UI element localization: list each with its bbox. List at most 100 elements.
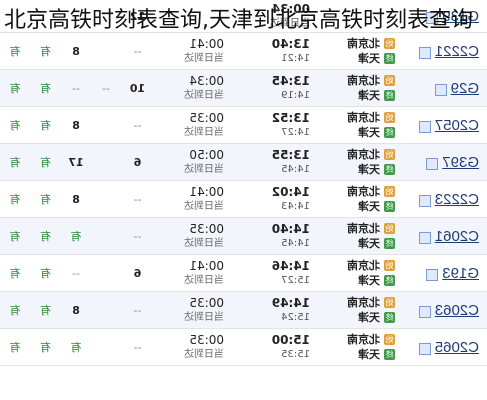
end-station-icon: 终 — [384, 90, 395, 101]
train-number-cell[interactable]: C2223 — [395, 180, 487, 218]
seat-cell: -- — [121, 217, 154, 255]
seat-cell — [91, 32, 121, 70]
stations-cell: 始北京南终天津 — [310, 69, 395, 107]
train-number-link[interactable]: G397 — [442, 154, 479, 171]
seat-cell: 8 — [61, 106, 91, 144]
train-detail-icon[interactable] — [418, 46, 431, 59]
end-station: 天津 — [358, 52, 380, 65]
stations-cell: 始北京南终天津 — [310, 217, 395, 255]
train-number-cell[interactable]: C2057 — [395, 106, 487, 144]
table-row[interactable]: G397 始北京南终天津 13:55 14:45 00:50 当日到达 6 17 有… — [0, 143, 487, 181]
seat-cell: -- — [121, 291, 154, 329]
start-station: 北京南 — [347, 148, 380, 161]
stations-cell: 始北京南终天津 — [310, 328, 395, 366]
seat-cell: -- — [121, 32, 154, 70]
duration: 00:41 — [189, 258, 224, 273]
train-number-link[interactable]: C2063 — [435, 302, 479, 319]
end-station-icon: 终 — [384, 53, 395, 64]
table-row[interactable]: G193 始北京南终天津 14:46 15:27 00:41 当日到达 6 -- 有… — [0, 254, 487, 292]
start-station-icon: 始 — [384, 223, 395, 234]
train-detail-icon[interactable] — [434, 83, 447, 96]
train-number-cell[interactable]: G193 — [395, 254, 487, 292]
end-station: 天津 — [358, 89, 380, 102]
train-number-cell[interactable]: C2221 — [395, 32, 487, 70]
end-station-icon: 终 — [384, 201, 395, 212]
train-detail-icon[interactable] — [418, 231, 431, 244]
start-station-icon: 始 — [384, 334, 395, 345]
train-number-link[interactable]: C2057 — [435, 117, 479, 134]
time-cell: 14:40 14:45 — [224, 217, 310, 255]
train-number-cell[interactable]: C2061 — [395, 217, 487, 255]
seat-cell: -- — [121, 328, 154, 366]
start-station: 北京南 — [347, 296, 380, 309]
duration-cell: 00:41 当日到达 — [154, 32, 224, 70]
seat-cell: 有 — [30, 328, 61, 366]
seat-cell: 有 — [0, 69, 30, 107]
train-number-link[interactable]: C2223 — [435, 191, 479, 208]
end-station-icon: 终 — [384, 349, 395, 360]
seat-cell — [91, 291, 121, 329]
time-cell: 14:02 14:43 — [224, 180, 310, 218]
seat-cell: 8 — [61, 291, 91, 329]
seat-cell: 有 — [0, 180, 30, 218]
depart-time: 13:55 — [271, 147, 310, 162]
train-detail-icon[interactable] — [418, 194, 431, 207]
seat-cell — [91, 106, 121, 144]
arrive-time: 14:19 — [281, 89, 310, 101]
arrive-time: 15:27 — [281, 274, 310, 286]
duration-cell: 00:41 当日到达 — [154, 180, 224, 218]
table-row[interactable]: C2223 始北京南终天津 14:02 14:43 00:41 当日到达 -- 8 … — [0, 180, 487, 218]
seat-cell: 有 — [61, 328, 91, 366]
start-station: 北京南 — [347, 111, 380, 124]
seat-cell: 有 — [0, 254, 30, 292]
seat-cell: 6 — [121, 143, 154, 181]
seat-cell: -- — [121, 106, 154, 144]
end-station: 天津 — [358, 348, 380, 361]
start-station-icon: 始 — [384, 112, 395, 123]
train-detail-icon[interactable] — [426, 157, 439, 170]
arrive-time: 14:45 — [281, 237, 310, 249]
start-station: 北京南 — [347, 37, 380, 50]
train-number-cell[interactable]: G29 — [395, 69, 487, 107]
depart-time: 13:45 — [271, 73, 310, 88]
seat-cell: 有 — [0, 106, 30, 144]
train-detail-icon[interactable] — [418, 305, 431, 318]
start-station-icon: 始 — [384, 149, 395, 160]
table-row[interactable]: C2063 始北京南终天津 14:49 15:24 00:35 当日到达 -- 8 … — [0, 291, 487, 329]
train-number-link[interactable]: G29 — [451, 80, 479, 97]
end-station-icon: 终 — [384, 238, 395, 249]
arrival-day-note: 当日到达 — [184, 126, 224, 138]
train-number-link[interactable]: C2221 — [435, 43, 479, 60]
train-number-cell[interactable]: C2063 — [395, 291, 487, 329]
train-number-link[interactable]: C2065 — [435, 339, 479, 356]
table-row[interactable]: C2057 始北京南终天津 13:52 14:27 00:35 当日到达 -- 8 … — [0, 106, 487, 144]
arrival-day-note: 当日到达 — [184, 311, 224, 323]
seat-cell: 有 — [30, 291, 61, 329]
depart-time: 15:00 — [271, 332, 310, 347]
time-cell: 15:00 15:35 — [224, 328, 310, 366]
start-station: 北京南 — [347, 185, 380, 198]
table-row[interactable]: G29 始北京南终天津 13:45 14:19 00:34 当日到达 10 -- -… — [0, 69, 487, 107]
image-caption: 北京高铁时刻表查询,天津到北京高铁时刻表查询 — [4, 8, 473, 33]
train-number-cell[interactable]: C2065 — [395, 328, 487, 366]
start-station-icon: 始 — [384, 260, 395, 271]
time-cell: 13:45 14:19 — [224, 69, 310, 107]
train-number-link[interactable]: C2061 — [435, 228, 479, 245]
train-number-link[interactable]: G193 — [442, 265, 479, 282]
train-detail-icon[interactable] — [418, 342, 431, 355]
seat-cell: 有 — [30, 32, 61, 70]
train-detail-icon[interactable] — [418, 120, 431, 133]
duration-cell: 00:35 当日到达 — [154, 106, 224, 144]
table-row[interactable]: C2061 始北京南终天津 14:40 14:45 00:35 当日到达 -- 有 … — [0, 217, 487, 255]
arrival-day-note: 当日到达 — [184, 200, 224, 212]
end-station: 天津 — [358, 274, 380, 287]
table-row[interactable]: C2065 始北京南终天津 15:00 15:35 00:35 当日到达 -- 有 … — [0, 328, 487, 366]
duration: 00:35 — [189, 295, 224, 310]
train-number-cell[interactable]: G397 — [395, 143, 487, 181]
table-row[interactable]: C2221 始北京南终天津 13:40 14:21 00:41 当日到达 -- 8 … — [0, 32, 487, 70]
time-cell: 14:46 15:27 — [224, 254, 310, 292]
seat-cell: 有 — [30, 143, 61, 181]
train-detail-icon[interactable] — [426, 268, 439, 281]
stations-cell: 始北京南终天津 — [310, 254, 395, 292]
start-station: 北京南 — [347, 333, 380, 346]
